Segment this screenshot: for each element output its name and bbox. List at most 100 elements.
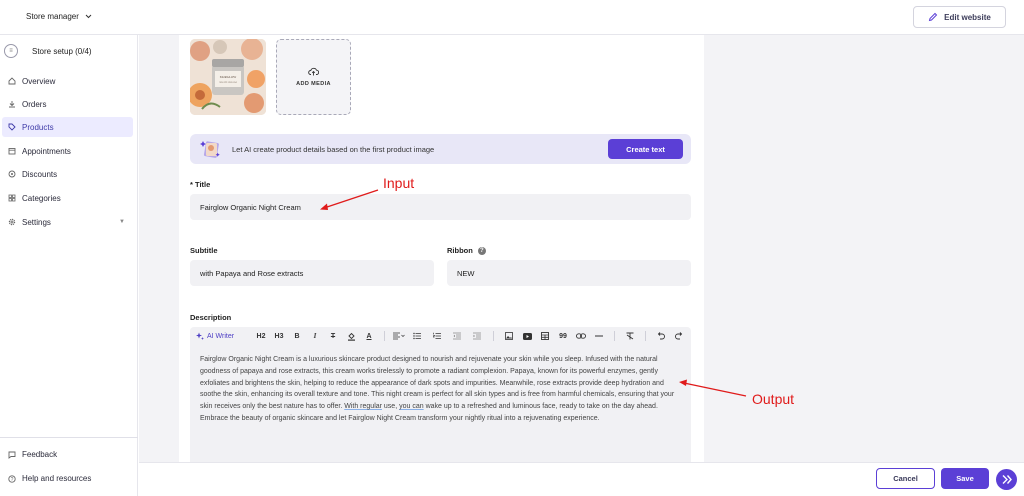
feedback-label: Feedback [22, 450, 58, 459]
insert-table-button[interactable] [536, 327, 554, 345]
paint-bucket-icon [347, 332, 355, 341]
cancel-button[interactable]: Cancel [876, 468, 935, 489]
ai-illustration-icon [200, 141, 220, 158]
undo-button[interactable] [652, 327, 670, 345]
input-annotation: Input [383, 175, 415, 191]
editor-toolbar: AI Writer H2 H3 B I T A 99 [190, 327, 691, 345]
italic-button[interactable]: I [306, 327, 324, 345]
home-icon [8, 77, 16, 85]
store-manager-dropdown[interactable]: Store manager [26, 12, 92, 21]
sidebar-item-appointments[interactable]: Appointments [2, 141, 133, 161]
input-arrow-icon [320, 189, 379, 210]
title-input[interactable]: Fairglow Organic Night Cream [190, 194, 691, 220]
subtitle-input-value: with Papaya and Rose extracts [200, 268, 304, 278]
horizontal-rule-icon [595, 335, 603, 337]
ribbon-input[interactable]: NEW [447, 260, 691, 286]
top-bar: Store manager Edit website [0, 0, 1024, 35]
grid-icon [8, 194, 16, 202]
numbered-list-icon [433, 332, 441, 339]
indent-decrease-button[interactable] [447, 327, 467, 345]
toolbar-divider [493, 331, 494, 341]
text-color-button[interactable]: A [360, 327, 378, 345]
store-manager-label: Store manager [26, 12, 79, 21]
title-input-value: Fairglow Organic Night Cream [200, 202, 301, 212]
title-label: * Title [190, 180, 211, 189]
subtitle-label: Subtitle [190, 246, 218, 255]
sidebar-item-label: Orders [22, 99, 47, 109]
redo-button[interactable] [670, 327, 688, 345]
chevron-down-icon [85, 14, 92, 19]
ai-create-banner: Let AI create product details based on t… [190, 134, 691, 164]
quote-button[interactable]: 99 [554, 327, 572, 345]
sidebar-item-categories[interactable]: Categories [2, 188, 133, 208]
subtitle-input[interactable]: with Papaya and Rose extracts [190, 260, 434, 286]
spellcheck-underline: you can [399, 403, 424, 411]
store-setup-label: Store setup (0/4) [32, 46, 92, 56]
numbered-list-button[interactable] [427, 327, 447, 345]
store-setup[interactable]: ≡ Store setup (0/4) [4, 44, 92, 58]
spellcheck-underline: With regular [344, 403, 382, 411]
description-text: use, [381, 403, 400, 411]
description-label: Description [190, 313, 232, 322]
help-icon: ? [8, 474, 16, 482]
highlight-button[interactable] [342, 327, 360, 345]
add-media-button[interactable]: ADD MEDIA [276, 39, 351, 115]
ribbon-label: Ribbon [447, 246, 473, 255]
sidebar-item-label: Products [22, 122, 54, 132]
output-annotation: Output [752, 391, 795, 407]
sidebar-divider [0, 437, 138, 438]
toolbar-divider [645, 331, 646, 341]
video-icon [522, 332, 532, 340]
sidebar: ≡ Store setup (0/4) Overview Orders Prod… [0, 35, 138, 496]
feedback-link[interactable]: Feedback [8, 450, 57, 459]
output-arrow-icon [679, 379, 747, 397]
redo-icon [675, 332, 683, 340]
heading-2-button[interactable]: H2 [252, 327, 270, 345]
create-text-button[interactable]: Create text [608, 139, 683, 159]
assistant-icon [1002, 475, 1012, 484]
insert-image-button[interactable] [500, 327, 518, 345]
ribbon-input-value: NEW [457, 268, 475, 278]
sidebar-item-settings[interactable]: Settings ▼ [2, 212, 133, 232]
svg-text:?: ? [11, 476, 14, 482]
edit-website-button[interactable]: Edit website [913, 6, 1006, 28]
sidebar-item-products[interactable]: Products [2, 117, 133, 137]
description-editor[interactable]: Fairglow Organic Night Cream is a luxuri… [190, 345, 691, 462]
ai-writer-button[interactable]: AI Writer [196, 327, 252, 345]
ai-writer-label: AI Writer [207, 332, 235, 340]
horizontal-rule-button[interactable] [590, 327, 608, 345]
product-photo: FAIRGLOW NIGHT CREAM [190, 39, 266, 115]
bullet-list-button[interactable] [407, 327, 427, 345]
sidebar-item-label: Settings [22, 217, 51, 227]
edit-website-label: Edit website [944, 12, 991, 22]
feedback-icon [8, 451, 16, 459]
toolbar-divider [384, 331, 385, 341]
add-media-label: ADD MEDIA [296, 81, 331, 87]
svg-text:NIGHT CREAM: NIGHT CREAM [219, 81, 237, 84]
sidebar-item-orders[interactable]: Orders [2, 94, 133, 114]
image-icon [505, 332, 513, 340]
product-image-thumbnail[interactable]: FAIRGLOW NIGHT CREAM [190, 39, 266, 115]
sidebar-item-overview[interactable]: Overview [2, 71, 133, 91]
align-dropdown[interactable] [391, 327, 407, 345]
heading-3-button[interactable]: H3 [270, 327, 288, 345]
save-button[interactable]: Save [941, 468, 989, 489]
gear-icon [8, 218, 16, 226]
sparkle-icon [196, 332, 204, 340]
strikethrough-button[interactable]: T [324, 327, 342, 345]
insert-link-button[interactable] [572, 327, 590, 345]
indent-increase-button[interactable] [467, 327, 487, 345]
help-resources-link[interactable]: ? Help and resources [8, 474, 91, 483]
discount-icon [8, 170, 16, 178]
assistant-button[interactable] [996, 469, 1017, 490]
insert-video-button[interactable] [518, 327, 536, 345]
sidebar-item-discounts[interactable]: Discounts [2, 164, 133, 184]
indent-icon [473, 332, 481, 340]
sidebar-item-label: Categories [22, 193, 61, 203]
help-icon[interactable]: ? [477, 247, 486, 256]
bold-button[interactable]: B [288, 327, 306, 345]
checklist-icon: ≡ [4, 44, 18, 58]
sidebar-item-label: Overview [22, 76, 56, 86]
clear-format-button[interactable] [621, 327, 639, 345]
cloud-upload-icon [308, 67, 319, 76]
